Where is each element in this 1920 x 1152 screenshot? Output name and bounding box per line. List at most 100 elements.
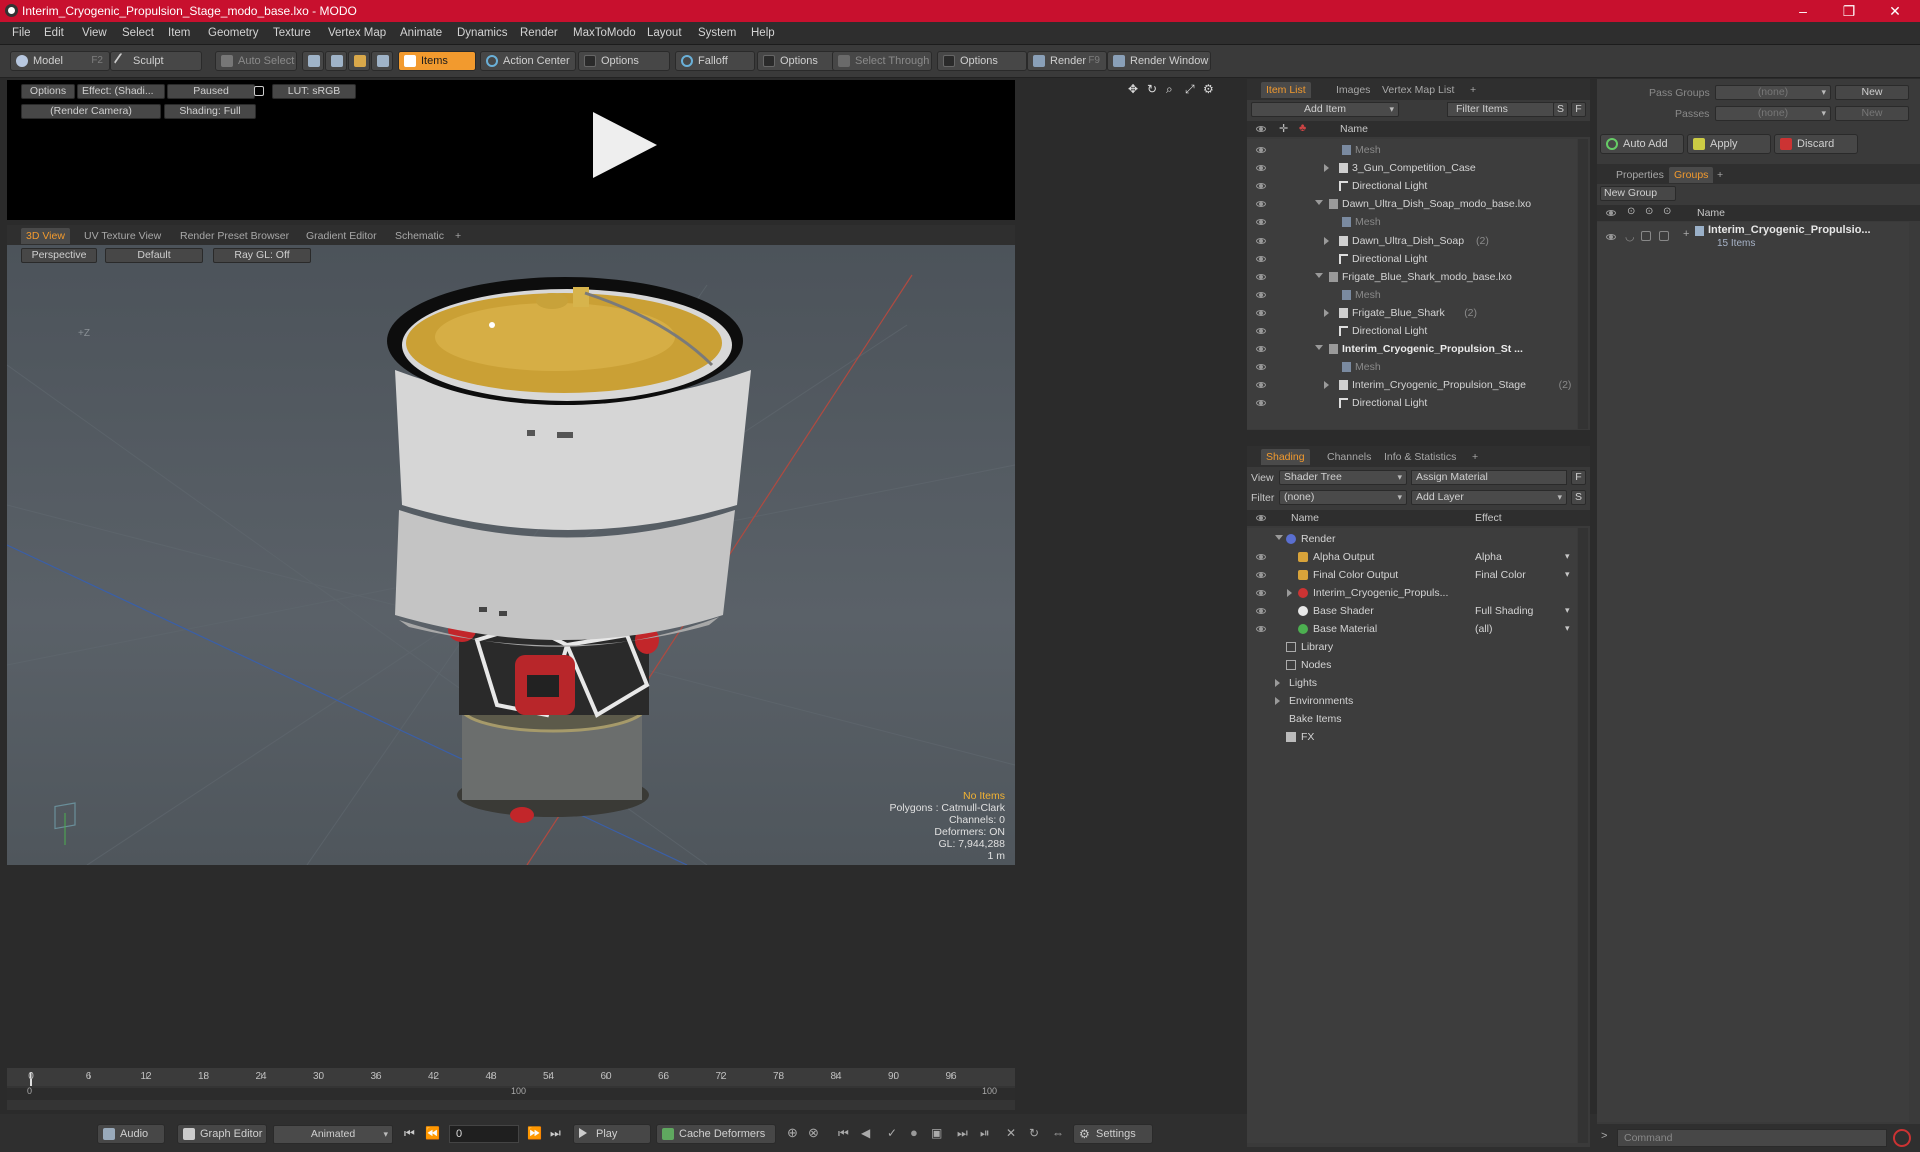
chevron-down-icon[interactable]: ▾ [1565,569,1570,580]
group-render-checkbox[interactable] [1659,231,1669,241]
lut-dropdown[interactable]: LUT: sRGB [272,84,356,99]
falloff-button[interactable]: Falloff [675,51,755,71]
chevron-down-icon[interactable]: ▾ [1565,551,1570,562]
expand-arrow-icon[interactable] [1324,236,1329,245]
item-visibility-icon[interactable] [1256,328,1266,334]
add-layer-dropdown[interactable]: Add Layer [1411,490,1567,505]
tab-shading[interactable]: Shading [1261,449,1310,465]
item-visibility-icon[interactable] [1256,346,1266,353]
item-row-label[interactable]: Dawn_Ultra_Dish_Soap_modo_base.lxo [1342,195,1531,213]
new-pass-group-button[interactable]: New [1835,85,1909,100]
audio-button[interactable]: Audio [97,1124,165,1144]
shader-visibility-icon[interactable] [1256,608,1266,614]
group-lock-icon[interactable]: ◡ [1625,230,1635,243]
item-visibility-icon[interactable] [1256,147,1266,153]
item-row-label[interactable]: Directional Light [1352,250,1427,268]
item-row-label[interactable]: Directional Light [1352,394,1427,412]
timeline[interactable]: 0 100 100 0 6 12 18 24 30 36 42 48 54 60 66 72 78 84 90… [7,1068,1015,1110]
graph-editor-button[interactable]: Graph Editor [177,1124,267,1144]
filter-dropdown[interactable]: (none) [1279,490,1407,505]
item-row-label[interactable]: Mesh [1355,286,1381,304]
frame-input[interactable]: 0 [449,1125,519,1143]
cache-deformers-button[interactable]: Cache Deformers [656,1124,776,1144]
falloff-options-button[interactable]: Options [757,51,837,71]
item-row-label[interactable]: Mesh [1355,213,1381,231]
menu-edit[interactable]: Edit [44,27,64,39]
group-select-checkbox[interactable] [1641,231,1651,241]
shader-visibility-icon[interactable] [1256,572,1266,578]
chevron-down-icon[interactable]: ▾ [1565,605,1570,616]
shader-row-label[interactable]: Base Shader [1313,602,1374,620]
shader-row-label[interactable]: Bake Items [1289,710,1342,728]
item-visibility-icon[interactable] [1256,255,1266,262]
play-button[interactable]: Play [573,1124,651,1144]
3d-viewport[interactable]: Perspective Default Ray GL: Off +Z ✥ ↻ ⌕… [7,245,1015,865]
apply-button[interactable]: Apply [1687,134,1771,154]
fit-icon[interactable]: ⤢ [1185,82,1195,97]
group-expand-icon[interactable]: + [1683,228,1689,240]
shader-tree[interactable]: Render Alpha Output Alpha ▾ Final Color Outp… [1247,528,1577,1143]
expand-arrow-icon[interactable] [1324,381,1329,390]
next-frame-icon[interactable]: ⏩ [527,1126,542,1140]
gear-icon[interactable]: ⚙ [1203,82,1214,96]
collapse-arrow-icon[interactable] [1315,345,1323,351]
prev-frame-icon[interactable]: ⏪ [425,1126,440,1140]
menu-view[interactable]: View [82,27,107,39]
assign-material-button[interactable]: Assign Material [1411,470,1567,485]
minimize-button[interactable]: – [1780,0,1826,22]
shader-effect-dropdown[interactable]: Alpha [1475,548,1575,566]
select-through-options-button[interactable]: Options [937,51,1027,71]
shader-visibility-icon[interactable] [1256,626,1266,632]
item-visibility-icon[interactable] [1256,201,1266,208]
item-list-scrollbar[interactable] [1578,139,1588,429]
item-visibility-icon[interactable] [1256,400,1266,407]
material-select-button[interactable] [371,51,393,71]
tab-channels[interactable]: Channels [1322,449,1376,465]
rotate-icon[interactable]: ↻ [1147,82,1157,96]
add-tab-button[interactable]: + [1712,167,1728,183]
shader-effect-dropdown[interactable]: Final Color [1475,566,1575,584]
key-nav-icon[interactable]: ◀ [861,1126,870,1140]
key-filter-icon[interactable]: ▣ [931,1126,942,1140]
item-visibility-icon[interactable] [1256,273,1266,280]
menu-file[interactable]: File [12,27,31,39]
item-visibility-icon[interactable] [1256,382,1266,389]
command-expand-icon[interactable]: > [1601,1130,1607,1142]
shader-row-label[interactable]: Final Color Output [1313,566,1398,584]
render-window-button[interactable]: Render Window [1107,51,1211,71]
tab-3d-view[interactable]: 3D View [21,228,70,244]
chevron-down-icon[interactable]: ▾ [1565,623,1570,634]
item-row-label[interactable]: Frigate_Blue_Shark_modo_base.lxo [1342,268,1512,286]
collapse-arrow-icon[interactable] [1315,200,1323,206]
item-row-label[interactable]: Frigate_Blue_Shark [1352,304,1445,322]
shader-row-label[interactable]: Environments [1289,692,1353,710]
menu-dynamics[interactable]: Dynamics [457,27,507,39]
preview-effect-dropdown[interactable]: Effect: (Shadi... [77,84,165,99]
expand-arrow-icon[interactable] [1324,308,1329,317]
animated-dropdown[interactable]: Animated [273,1125,393,1144]
items-mode-button[interactable]: Items [398,51,476,71]
action-center-options-button[interactable]: Options [578,51,670,71]
menu-geometry[interactable]: Geometry [208,27,259,39]
group-name[interactable]: Interim_Cryogenic_Propulsio... [1708,224,1871,236]
menu-vertex-map[interactable]: Vertex Map [328,27,386,39]
tab-groups[interactable]: Groups [1669,167,1714,183]
item-visibility-icon[interactable] [1256,219,1266,226]
edge-select-button[interactable] [325,51,347,71]
expand-arrow-icon[interactable] [1275,697,1280,705]
tab-images[interactable]: Images [1331,82,1375,98]
item-visibility-icon[interactable] [1256,309,1266,316]
close-button[interactable]: ✕ [1872,0,1918,22]
sculpt-mode-button[interactable]: Sculpt [110,51,202,71]
add-tab-button[interactable]: + [1465,82,1481,98]
shading-f-button[interactable]: F [1571,470,1586,485]
vertex-select-button[interactable] [302,51,324,71]
preview-paused-button[interactable]: Paused [167,84,255,99]
shader-visibility-icon[interactable] [1256,554,1266,560]
tab-render-preset-browser[interactable]: Render Preset Browser [175,228,294,244]
menu-render[interactable]: Render [520,27,558,39]
expand-arrow-icon[interactable] [1324,164,1329,173]
auto-add-button[interactable]: Auto Add [1600,134,1684,154]
tab-uv-texture-view[interactable]: UV Texture View [79,228,166,244]
model-mode-button[interactable]: Model F2 [10,51,110,71]
